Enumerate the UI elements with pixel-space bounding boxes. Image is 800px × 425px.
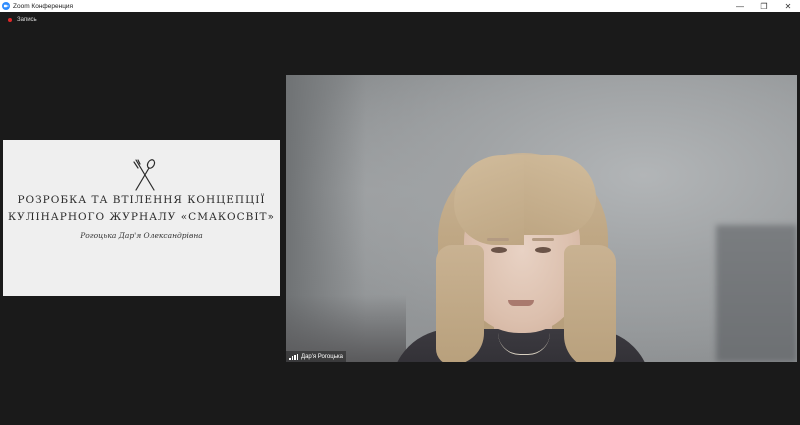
fork-spoon-icon bbox=[133, 159, 156, 191]
participant-eye bbox=[535, 247, 551, 253]
record-dot-icon bbox=[8, 18, 12, 22]
cursor-dot bbox=[269, 215, 271, 217]
participant-hair-front bbox=[436, 245, 484, 362]
slide-title: РОЗРОБКА ТА ВТІЛЕННЯ КОНЦЕПЦІЇ КУЛІНАРНО… bbox=[3, 192, 280, 226]
minimize-button[interactable]: — bbox=[728, 0, 752, 12]
slide-author: Рогоцька Дар'я Олександрівна bbox=[80, 231, 203, 240]
signal-strength-icon bbox=[289, 353, 298, 360]
participant-mouth bbox=[508, 300, 534, 306]
slide-title-line-1: РОЗРОБКА ТА ВТІЛЕННЯ КОНЦЕПЦІЇ bbox=[17, 194, 266, 206]
shared-screen-slide[interactable]: РОЗРОБКА ТА ВТІЛЕННЯ КОНЦЕПЦІЇ КУЛІНАРНО… bbox=[3, 140, 280, 296]
slide-title-line-2: КУЛІНАРНОГО ЖУРНАЛУ «СМАКОСВІТ» bbox=[8, 211, 275, 223]
zoom-logo-icon bbox=[2, 2, 10, 10]
participant-name: Дар'я Рогоцька bbox=[301, 353, 343, 360]
participant-hair-front bbox=[564, 245, 616, 362]
participant-name-tag: Дар'я Рогоцька bbox=[286, 351, 346, 362]
recording-label: Запись bbox=[17, 17, 37, 23]
participant-video[interactable] bbox=[286, 75, 797, 362]
participant-brow bbox=[487, 238, 509, 241]
participant-brow bbox=[532, 238, 554, 241]
recording-indicator[interactable]: Запись bbox=[8, 17, 37, 23]
title-bar: Zoom Конференция — ❐ ✕ bbox=[0, 0, 800, 12]
video-background-object bbox=[716, 225, 797, 362]
restore-button[interactable]: ❐ bbox=[752, 0, 776, 12]
close-button[interactable]: ✕ bbox=[776, 0, 800, 12]
participant-eye bbox=[491, 247, 507, 253]
window-title: Zoom Конференция bbox=[13, 2, 74, 10]
